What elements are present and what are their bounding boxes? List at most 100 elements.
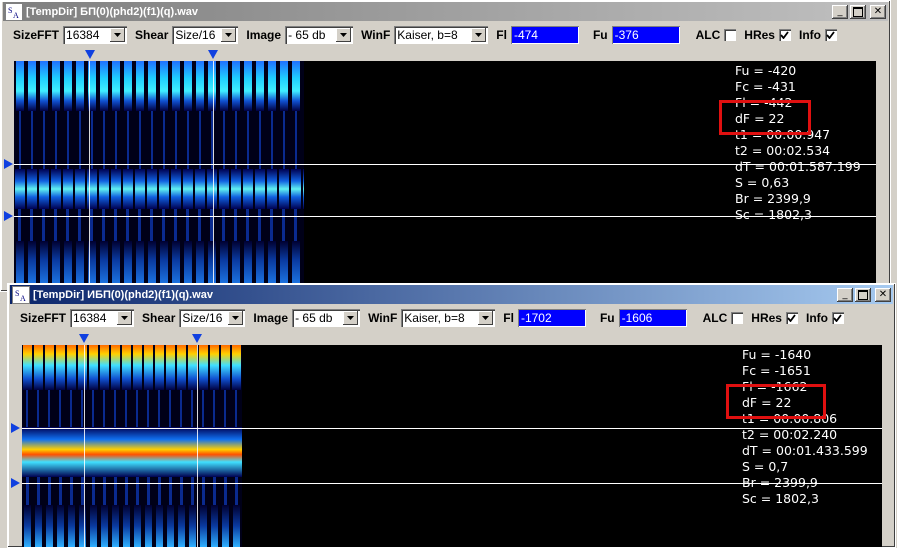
winf-select[interactable]: Kaiser, b=8 <box>394 26 489 44</box>
fl-marker[interactable] <box>11 478 20 488</box>
fu-input[interactable]: -376 <box>611 26 680 44</box>
info-panel: Fu = -1640 Fc = -1651 Fl = -1662 dF = 22… <box>742 347 868 507</box>
chevron-down-icon <box>336 28 352 42</box>
fu-label: Fu <box>592 28 608 42</box>
hres-checkbox[interactable] <box>785 311 798 325</box>
svg-text:A: A <box>13 11 19 19</box>
sizefft-select[interactable]: 16384 <box>63 26 128 44</box>
t2-marker[interactable] <box>208 50 218 59</box>
alc-checkbox[interactable] <box>731 312 744 324</box>
cursor-t1[interactable] <box>84 345 85 547</box>
chevron-down-icon <box>343 311 359 325</box>
image-select[interactable]: - 65 db <box>285 26 354 44</box>
winf-label: WinF <box>368 311 398 325</box>
minimize-button[interactable]: _ <box>837 287 853 302</box>
image-label: Image <box>253 311 289 325</box>
image-select[interactable]: - 65 db <box>292 309 361 327</box>
fl-input[interactable]: -1702 <box>517 309 586 327</box>
cursor-t1[interactable] <box>89 61 90 289</box>
chevron-down-icon <box>228 311 244 325</box>
info-dt: dT = 00:01.433.599 <box>742 443 868 458</box>
maximize-icon <box>853 6 863 17</box>
info-s: S = 0,63 <box>735 175 790 190</box>
cursor-t2[interactable] <box>197 345 198 547</box>
fu-marker[interactable] <box>11 423 20 433</box>
alc-label: ALC <box>695 28 721 42</box>
info-t2: t2 = 00:02.534 <box>735 143 831 158</box>
chevron-down-icon <box>478 311 494 325</box>
close-button[interactable]: ✕ <box>870 4 886 19</box>
svg-text:A: A <box>20 294 26 302</box>
fu-input[interactable]: -1606 <box>618 309 687 327</box>
info-t2: t2 = 00:02.240 <box>742 427 838 442</box>
info-fc: Fc = -431 <box>735 79 796 94</box>
fu-label: Fu <box>599 311 615 325</box>
shear-select[interactable]: Size/16 <box>179 309 246 327</box>
info-checkbox[interactable] <box>831 311 844 325</box>
info-fu: Fu = -1640 <box>742 347 812 362</box>
t1-marker[interactable] <box>85 50 95 59</box>
alc-checkbox[interactable] <box>724 29 737 41</box>
info-checkbox[interactable] <box>824 28 837 42</box>
close-button[interactable]: ✕ <box>875 287 891 302</box>
shear-label: Shear <box>135 28 169 42</box>
shear-select[interactable]: Size/16 <box>172 26 239 44</box>
sizefft-label: SizeFFT <box>20 311 67 325</box>
toolbar: SizeFFT 16384 Shear Size/16 Image - 65 d… <box>3 23 888 47</box>
title-bar[interactable]: SA [TempDir] ИБП(0)(phd2)(f1)(q).wav _ ✕ <box>10 285 893 304</box>
maximize-icon <box>858 289 868 300</box>
window-title: [TempDir] БП(0)(phd2)(f1)(q).wav <box>26 5 199 18</box>
info-label: Info <box>805 311 828 325</box>
chevron-down-icon <box>117 311 133 325</box>
spectrogram-plot[interactable]: Fu = -1640 Fc = -1651 Fl = -1662 dF = 22… <box>22 345 882 547</box>
image-label: Image <box>246 28 282 42</box>
info-br: Br = 2399,9 <box>735 191 811 206</box>
sizefft-label: SizeFFT <box>13 28 60 42</box>
df-highlight-box <box>719 100 811 135</box>
window-title: [TempDir] ИБП(0)(phd2)(f1)(q).wav <box>33 288 213 301</box>
checkmark-icon <box>787 311 797 325</box>
maximize-button[interactable] <box>855 287 871 302</box>
info-fc: Fc = -1651 <box>742 363 811 378</box>
minimize-button[interactable]: _ <box>832 4 848 19</box>
close-icon: ✕ <box>878 288 888 300</box>
checkmark-icon <box>780 28 790 42</box>
info-sc: Sc = 1802,3 <box>735 207 812 222</box>
fl-input[interactable]: -474 <box>510 26 579 44</box>
info-dt: dT = 00:01.587.199 <box>735 159 861 174</box>
maximize-button[interactable] <box>850 4 866 19</box>
cursor-t2[interactable] <box>213 61 214 289</box>
shear-label: Shear <box>142 311 176 325</box>
minimize-icon: _ <box>842 288 848 300</box>
info-label: Info <box>798 28 821 42</box>
hres-label: HRes <box>744 28 775 42</box>
close-icon: ✕ <box>873 5 883 17</box>
spectrogram-image <box>22 345 242 547</box>
toolbar: SizeFFT 16384 Shear Size/16 Image - 65 d… <box>10 306 893 330</box>
svg-text:S: S <box>8 6 12 15</box>
df-highlight-box <box>726 384 826 419</box>
chevron-down-icon <box>471 28 487 42</box>
spectrogram-image <box>14 61 304 289</box>
winf-select[interactable]: Kaiser, b=8 <box>401 309 496 327</box>
fl-label: Fl <box>496 28 507 42</box>
info-fu: Fu = -420 <box>735 63 797 78</box>
checkmark-icon <box>833 311 843 325</box>
fu-marker[interactable] <box>4 159 13 169</box>
hres-checkbox[interactable] <box>778 28 791 42</box>
info-panel: Fu = -420 Fc = -431 Fl = -442 dF = 22 t1… <box>735 63 861 223</box>
sizefft-select[interactable]: 16384 <box>70 309 135 327</box>
t2-marker[interactable] <box>192 334 202 343</box>
spectrogram-plot[interactable]: Fu = -420 Fc = -431 Fl = -442 dF = 22 t1… <box>14 61 876 289</box>
spectrum-window-1: SA [TempDir] БП(0)(phd2)(f1)(q).wav _ ✕ … <box>0 0 891 292</box>
spectrum-analyzer-icon: SA <box>12 285 30 304</box>
svg-text:S: S <box>15 289 19 298</box>
winf-label: WinF <box>361 28 391 42</box>
title-bar[interactable]: SA [TempDir] БП(0)(phd2)(f1)(q).wav _ ✕ <box>3 2 888 21</box>
info-br: Br = 2399,9 <box>742 475 818 490</box>
hres-label: HRes <box>751 311 782 325</box>
fl-marker[interactable] <box>4 211 13 221</box>
t1-marker[interactable] <box>79 334 89 343</box>
checkmark-icon <box>826 28 836 42</box>
info-s: S = 0,7 <box>742 459 789 474</box>
